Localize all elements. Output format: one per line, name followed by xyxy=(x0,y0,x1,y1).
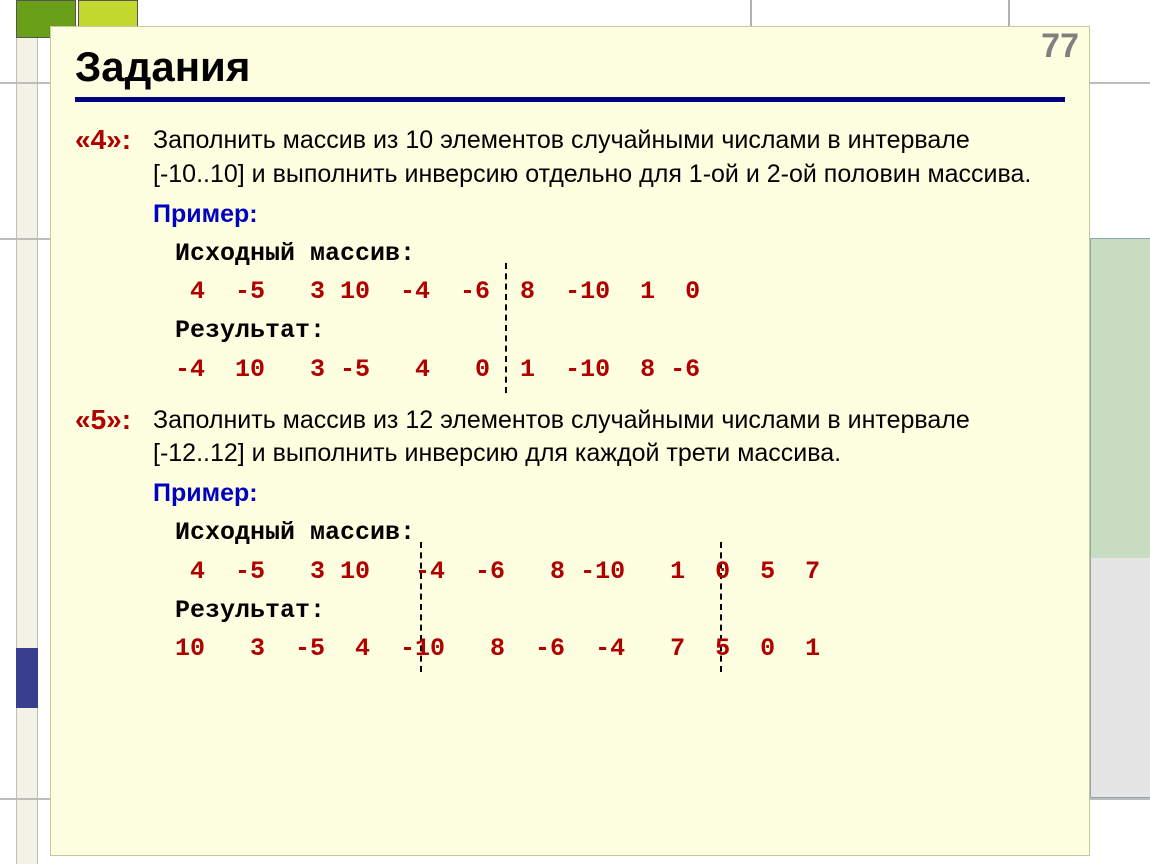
slide-title: Задания xyxy=(75,43,1065,91)
example-label: Пример: xyxy=(153,200,1065,229)
decorative-left-bar-top xyxy=(16,38,38,648)
source-array-values: 4 -5 3 10 -4 -6 8 -10 1 0 5 7 xyxy=(175,553,1065,592)
task-5: «5»: Заполнить массив из 12 элементов сл… xyxy=(75,404,1065,670)
result-array-values: 10 3 -5 4 -10 8 -6 -4 7 5 0 1 xyxy=(175,630,1065,669)
title-underline xyxy=(75,97,1065,102)
decorative-right-column xyxy=(1090,238,1150,798)
example-block: Исходный массив: 4 -5 3 10 -4 -6 8 -10 1… xyxy=(175,514,1065,669)
decorative-left-bar-bottom xyxy=(16,708,38,864)
result-array-values: -4 10 3 -5 4 0 1 -10 8 -6 xyxy=(175,351,1065,390)
task-4: «4»: Заполнить массив из 10 элементов сл… xyxy=(75,124,1065,390)
result-array-label: Результат: xyxy=(175,592,1065,631)
example-block: Исходный массив: 4 -5 3 10 -4 -6 8 -10 1… xyxy=(175,235,1065,390)
source-array-label: Исходный массив: xyxy=(175,514,1065,553)
example-label: Пример: xyxy=(153,479,1065,508)
result-array-label: Результат: xyxy=(175,312,1065,351)
task-text: Заполнить массив из 12 элементов случайн… xyxy=(153,404,1065,472)
page-number: 77 xyxy=(1041,27,1079,66)
task-text: Заполнить массив из 10 элементов случайн… xyxy=(153,124,1065,192)
task-label: «4»: xyxy=(75,124,153,156)
source-array-values: 4 -5 3 10 -4 -6 8 -10 1 0 xyxy=(175,273,1065,312)
decorative-left-bar-blue xyxy=(16,648,38,708)
slide-content: 77 Задания «4»: Заполнить массив из 10 э… xyxy=(50,26,1090,856)
task-label: «5»: xyxy=(75,404,153,436)
source-array-label: Исходный массив: xyxy=(175,235,1065,274)
